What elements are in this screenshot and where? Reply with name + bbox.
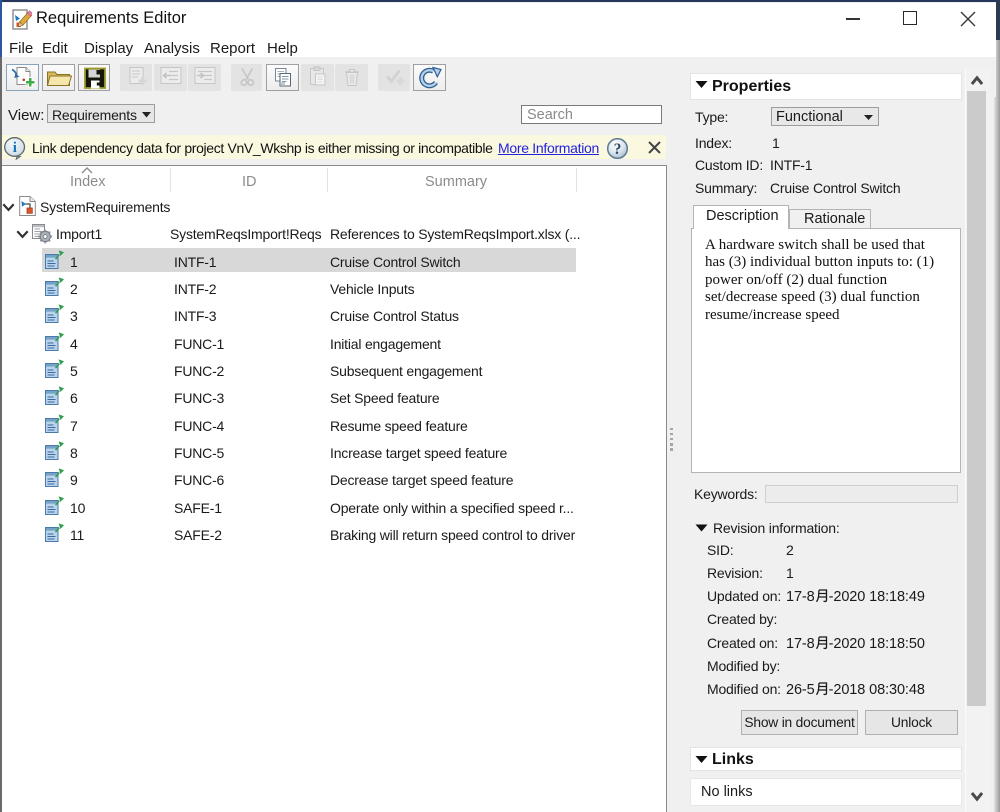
svg-text:?: ?: [613, 141, 621, 158]
svg-text:i: i: [12, 140, 16, 156]
